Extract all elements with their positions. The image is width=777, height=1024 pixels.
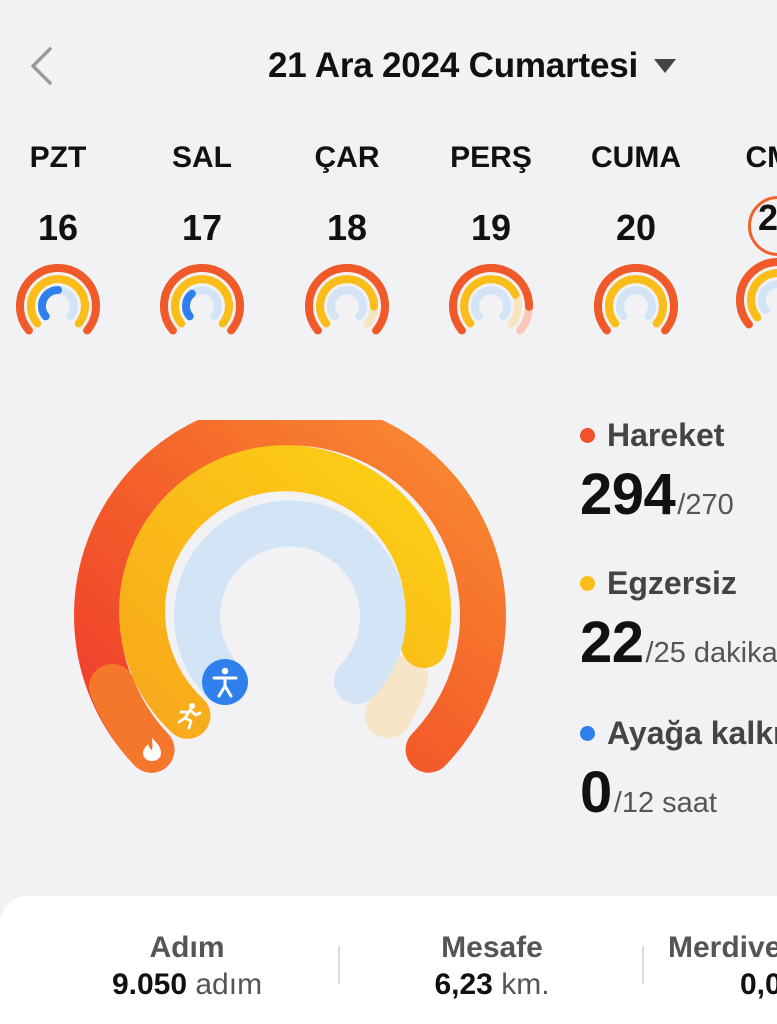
week-day-name: CMT <box>745 141 777 174</box>
week-day-cmt[interactable]: CMT 21 <box>713 138 777 338</box>
week-day-name: PZT <box>29 141 87 174</box>
steps-unit: adım <box>195 968 263 1001</box>
week-day-name: CUMA <box>591 141 681 174</box>
mini-activity-rings <box>736 258 777 329</box>
move-value: 294 <box>580 462 676 527</box>
date-title: 21 Ara 2024 Cumartesi <box>268 46 638 85</box>
week-day-sal[interactable]: SAL 17 <box>137 138 267 344</box>
standing-person-icon <box>202 659 248 705</box>
stairs-value: 0,0 <box>740 968 777 1001</box>
stand-ring-track <box>174 500 406 704</box>
week-day-number: 16 <box>37 207 79 248</box>
stand-stat[interactable]: Ayağa kalkma 0 /12 saat <box>580 713 777 826</box>
distance-unit: km. <box>501 968 550 1001</box>
triangle-down-icon <box>654 59 676 73</box>
stand-goal: /12 saat <box>613 787 717 819</box>
mini-activity-rings <box>305 264 389 335</box>
week-day-number: 17 <box>181 207 223 248</box>
summary-divider <box>338 946 340 984</box>
back-button[interactable] <box>18 38 64 94</box>
steps-label: Adım <box>149 931 225 964</box>
distance-label: Mesafe <box>441 931 543 964</box>
activity-rings <box>74 420 506 773</box>
exercise-ring-track <box>365 655 428 738</box>
summary-divider <box>642 946 644 984</box>
stairs-label: Merdiven <box>668 931 777 964</box>
steps-value: 9.050 <box>111 968 188 1001</box>
week-day-number: 19 <box>470 207 512 248</box>
week-day-name: ÇAR <box>314 141 380 174</box>
date-selector[interactable]: 21 Ara 2024 Cumartesi <box>268 40 678 92</box>
mini-activity-rings <box>160 264 244 335</box>
mini-activity-rings <box>449 264 534 335</box>
week-day-çar[interactable]: ÇAR 18 <box>282 138 412 344</box>
exercise-label: Egzersiz <box>607 564 737 601</box>
move-stat[interactable]: Hareket 294 /270 <box>580 415 734 528</box>
mini-ring-track <box>616 286 656 321</box>
move-label: Hareket <box>607 416 725 453</box>
exercise-goal: /25 dakika <box>645 637 777 669</box>
week-day-cuma[interactable]: CUMA 20 <box>571 138 701 344</box>
steps-summary[interactable]: Adım 9.050 adım <box>94 930 280 1004</box>
distance-value: 6,23 <box>434 968 493 1001</box>
week-day-name: PERŞ <box>450 141 532 174</box>
stand-value: 0 <box>580 760 612 825</box>
mini-ring-track <box>471 286 511 321</box>
stand-label: Ayağa kalkma <box>607 714 777 751</box>
week-day-pzt[interactable]: PZT 16 <box>0 138 123 344</box>
move-goal: /270 <box>677 489 734 521</box>
mini-ring-progress <box>182 289 196 321</box>
distance-summary[interactable]: Mesafe 6,23 km. <box>414 930 570 1004</box>
week-day-number: 18 <box>326 207 368 248</box>
mini-activity-rings <box>594 264 678 335</box>
exercise-dot <box>580 575 595 591</box>
activity-page: 21 Ara 2024 Cumartesi PZT 16 SAL 17 ÇAR 18 PER… <box>0 0 777 1024</box>
exercise-value: 22 <box>580 610 644 675</box>
mini-ring-track <box>758 280 777 315</box>
stand-dot <box>580 725 595 741</box>
stairs-summary[interactable]: Merdiven 0,0 <box>668 930 777 1004</box>
week-day-perş[interactable]: PERŞ 19 <box>426 138 556 344</box>
mini-activity-rings <box>16 264 100 335</box>
week-day-name: SAL <box>172 141 232 174</box>
mini-ring-progress <box>37 285 62 321</box>
week-day-number: 20 <box>615 207 657 248</box>
selected-day-indicator: 21 <box>748 196 777 256</box>
chevron-left-icon <box>31 47 52 85</box>
exercise-stat[interactable]: Egzersiz 22 /25 dakika <box>580 563 777 676</box>
move-dot <box>580 427 595 443</box>
mini-ring-track <box>327 286 367 321</box>
